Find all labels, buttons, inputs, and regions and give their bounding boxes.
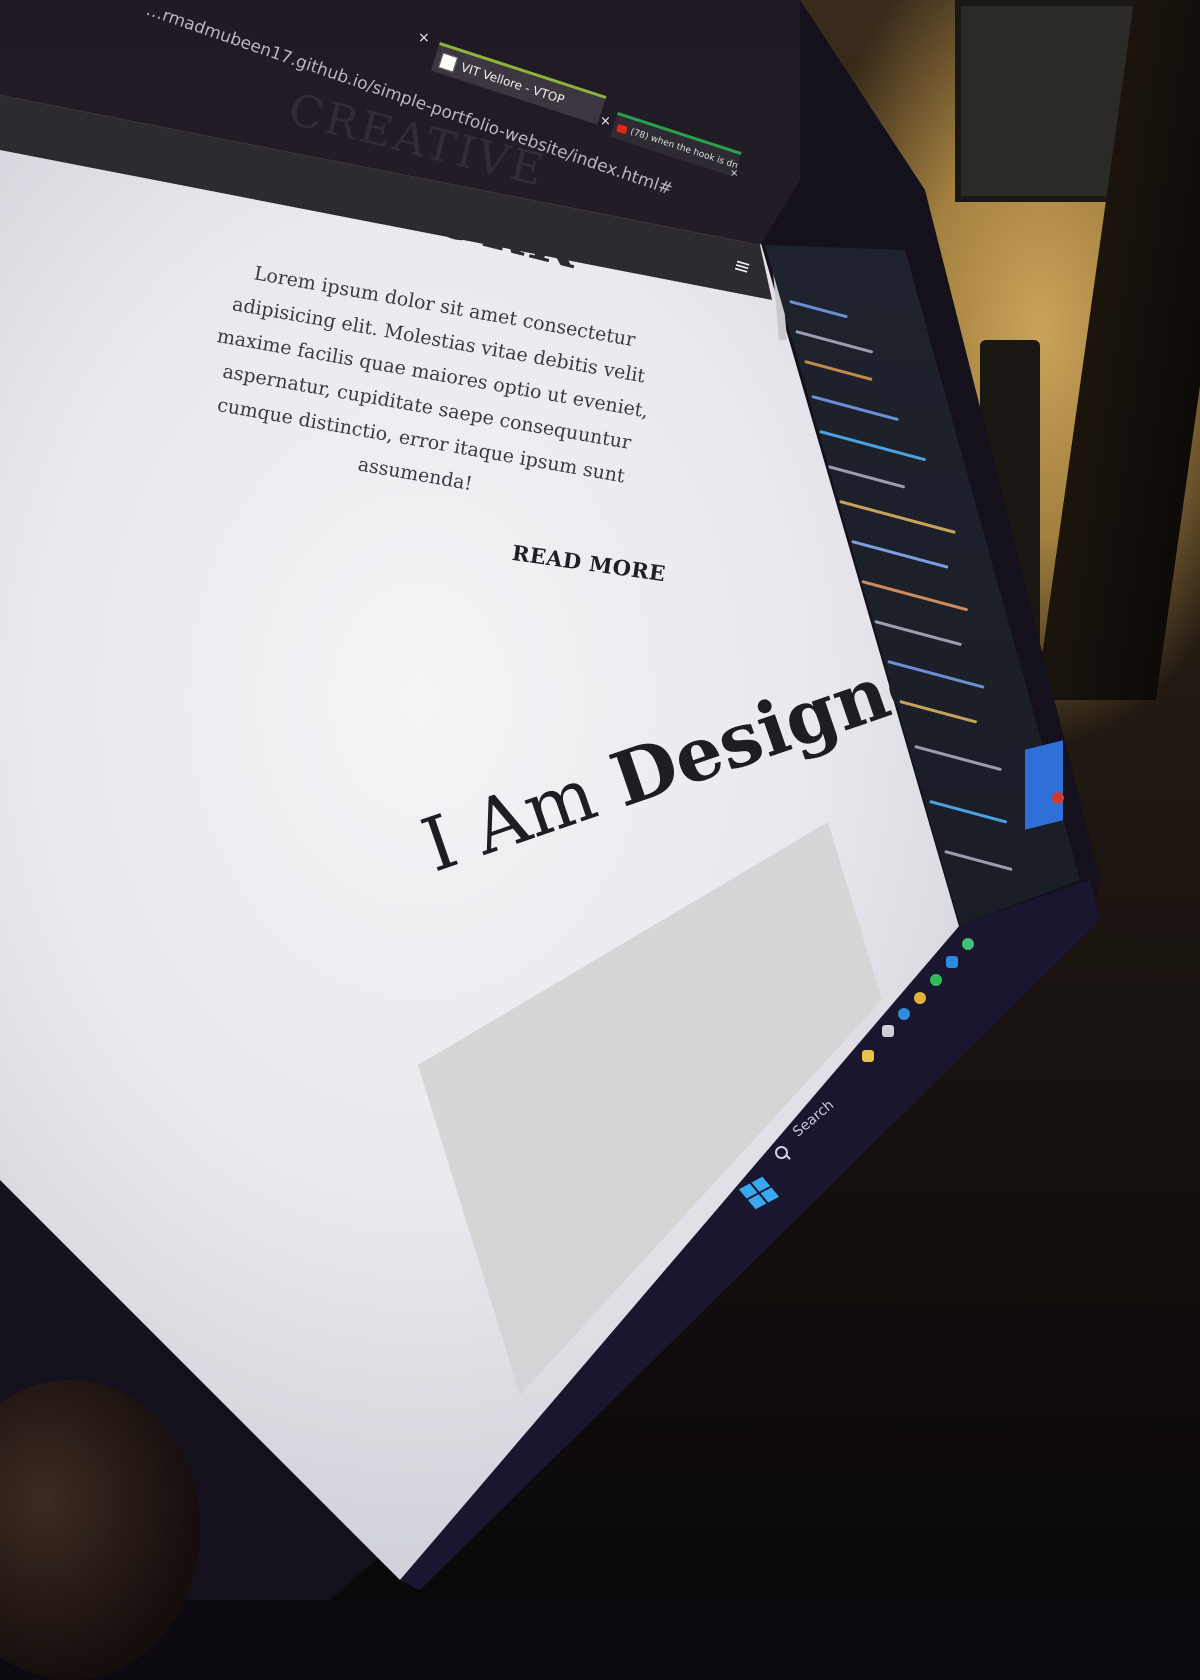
- edge-icon[interactable]: [898, 1008, 910, 1020]
- code-line: [827, 465, 906, 489]
- vtop-favicon-icon: [438, 51, 459, 73]
- app-icon[interactable]: [962, 938, 974, 950]
- code-line: [929, 800, 1008, 824]
- code-line: [789, 300, 848, 319]
- tab-close-button[interactable]: ×: [418, 30, 430, 46]
- chrome-icon[interactable]: [914, 992, 926, 1004]
- code-line: [861, 580, 969, 612]
- spotify-icon[interactable]: [930, 974, 942, 986]
- code-line: [914, 745, 1002, 772]
- code-line: [839, 500, 956, 534]
- search-icon[interactable]: [775, 1146, 788, 1159]
- code-line: [819, 430, 927, 462]
- code-line: [804, 360, 873, 382]
- code-line: [899, 700, 978, 724]
- youtube-icon: [616, 123, 629, 134]
- code-line: [944, 850, 1013, 872]
- code-line: [811, 395, 899, 422]
- tab-close-button[interactable]: ×: [730, 168, 738, 179]
- code-line: [874, 620, 962, 647]
- file-explorer-icon[interactable]: [862, 1050, 874, 1062]
- vscode-icon[interactable]: [946, 956, 958, 968]
- code-line: [851, 540, 949, 569]
- record-indicator-icon: [1052, 792, 1064, 804]
- app-icon[interactable]: [882, 1025, 894, 1037]
- tab-close-button[interactable]: ×: [600, 114, 611, 129]
- devtools-thumbnail: [1025, 740, 1063, 830]
- code-line: [887, 660, 985, 689]
- code-line: [795, 330, 874, 354]
